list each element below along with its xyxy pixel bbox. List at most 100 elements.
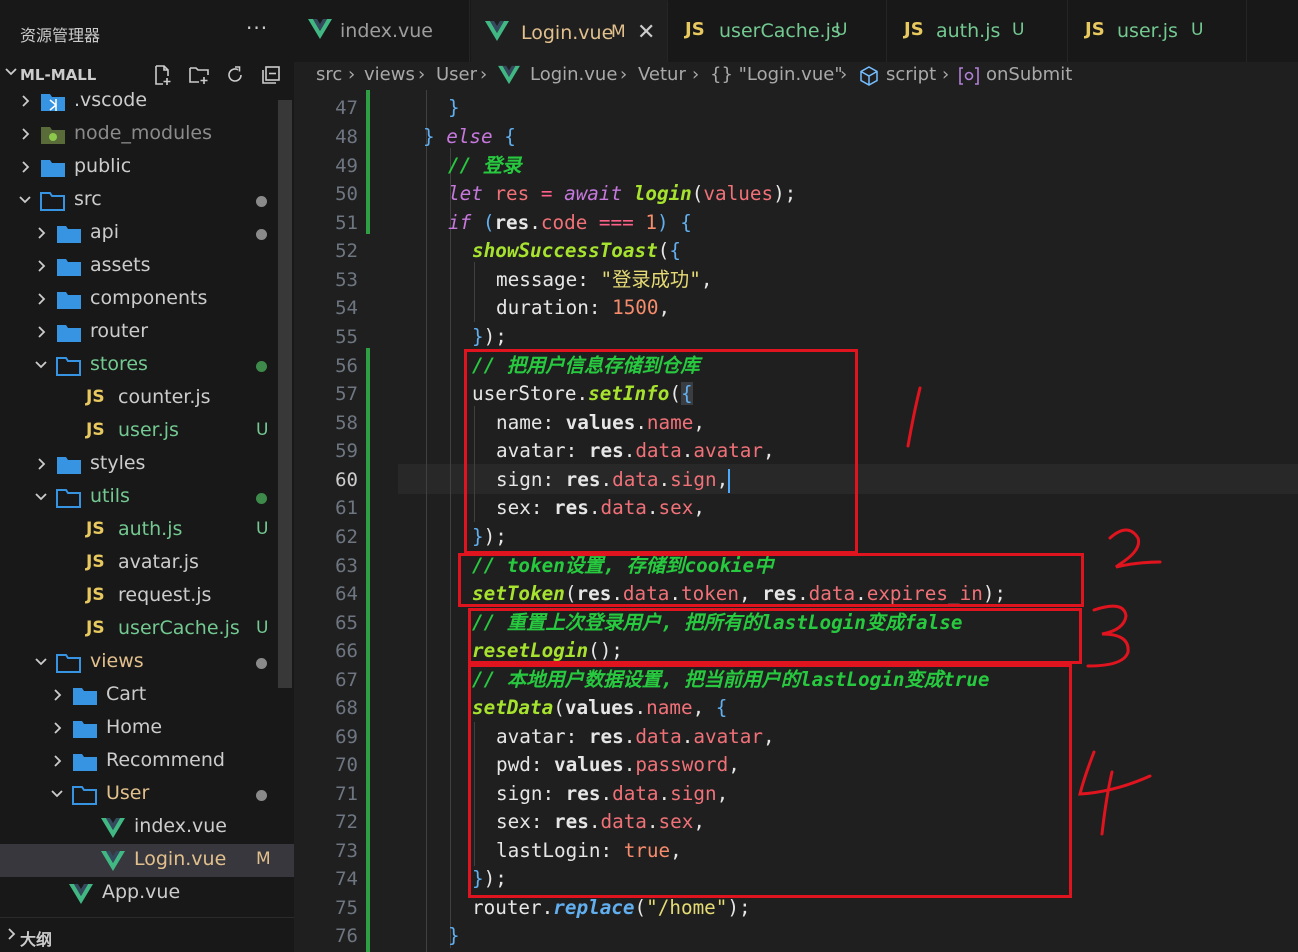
tree-item-label: User: [106, 782, 150, 804]
tree-scrollbar[interactable]: [278, 100, 292, 688]
tree-item-cart[interactable]: Cart: [0, 679, 294, 712]
chevron-right-icon: [18, 92, 32, 108]
file-tree: .vscode node_modulespublic src api assets com…: [0, 85, 294, 915]
new-folder-icon[interactable]: [188, 64, 210, 86]
line-number: 59: [335, 440, 358, 462]
breadcrumb-item[interactable]: Vetur: [638, 64, 686, 85]
git-status-dot: [256, 658, 267, 669]
line-number: 74: [335, 868, 358, 890]
chevron-right-icon: ›: [840, 64, 848, 85]
tree-item-router[interactable]: router: [0, 316, 294, 349]
tree-item-stores[interactable]: stores: [0, 349, 294, 382]
outline-panel-header[interactable]: 大纲: [0, 917, 294, 952]
tree-item-styles[interactable]: styles: [0, 448, 294, 481]
breadcrumb-item[interactable]: User: [436, 64, 477, 85]
vue-icon: [100, 850, 125, 872]
tree-item-assets[interactable]: assets: [0, 250, 294, 283]
tree-item-src[interactable]: src: [0, 184, 294, 217]
tree-item-views[interactable]: views: [0, 646, 294, 679]
git-status-dot: [256, 196, 267, 207]
folder-icon: [72, 685, 98, 707]
line-number: 60: [335, 469, 358, 491]
line-number: 48: [335, 126, 358, 148]
annotation-box-2: [458, 553, 1084, 607]
refresh-icon[interactable]: [224, 64, 246, 86]
tree-item-label: avatar.js: [118, 551, 199, 573]
collapse-all-icon[interactable]: [260, 64, 282, 86]
tree-item-user[interactable]: User: [0, 778, 294, 811]
tab-auth-js[interactable]: JS auth.js U: [888, 0, 1068, 62]
tab-label: auth.js: [936, 20, 1001, 42]
new-file-icon[interactable]: [152, 64, 174, 86]
tree-item-request-js[interactable]: JS request.js: [0, 580, 294, 613]
tree-item-api[interactable]: api: [0, 217, 294, 250]
node-modules-folder-icon: [40, 124, 66, 146]
code-line-75: router.replace("/home");: [472, 896, 751, 919]
line-number: 52: [335, 240, 358, 262]
tree-item-counter-js[interactable]: JS counter.js: [0, 382, 294, 415]
line-number: 49: [335, 155, 358, 177]
tab-login-vue[interactable]: Login.vue M ✕: [471, 0, 668, 62]
tree-item-recommend[interactable]: Recommend: [0, 745, 294, 778]
line-number: 53: [335, 269, 358, 291]
more-actions-icon[interactable]: ···: [246, 16, 268, 40]
tree-item-utils[interactable]: utils: [0, 481, 294, 514]
chevron-down-icon: [34, 653, 48, 669]
git-status-badge: U: [256, 618, 269, 638]
breadcrumb-item[interactable]: Login.vue: [530, 64, 617, 85]
js-icon: JS: [86, 387, 105, 407]
tree-item-public[interactable]: public: [0, 151, 294, 184]
tree-item-index-vue[interactable]: index.vue: [0, 811, 294, 844]
tree-item-components[interactable]: components: [0, 283, 294, 316]
code-line-54: duration: 1500,: [496, 296, 671, 319]
tab-status: M: [611, 22, 626, 42]
tree-item-login-vue[interactable]: Login.vue M: [0, 844, 294, 877]
js-icon: JS: [86, 585, 105, 605]
code-editor[interactable]: 47 48 49 50 51 52 53 54 55 56 57 58 59 60 61 62 63 64 65 66…: [294, 90, 1298, 952]
tree-item-home[interactable]: Home: [0, 712, 294, 745]
breadcrumb-item[interactable]: {} "Login.vue": [710, 64, 843, 85]
line-number: 47: [335, 97, 358, 119]
line-number: 76: [335, 925, 358, 947]
line-number: 71: [335, 783, 358, 805]
chevron-right-icon: [34, 455, 48, 471]
tree-item-label: node_modules: [74, 122, 213, 144]
breadcrumb-item[interactable]: onSubmit: [986, 64, 1072, 85]
breadcrumb-item[interactable]: script: [886, 64, 936, 85]
line-number: 65: [335, 612, 358, 634]
tree-item-label: styles: [90, 452, 146, 474]
tab-label: index.vue: [340, 20, 433, 42]
tree-item-label: request.js: [118, 584, 212, 606]
tree-item-node-modules[interactable]: node_modules: [0, 118, 294, 151]
breadcrumb-item[interactable]: views: [364, 64, 415, 85]
tab-user-js[interactable]: JS user.js U: [1069, 0, 1247, 62]
git-status-badge: M: [256, 849, 271, 869]
tree-item-avatar-js[interactable]: JS avatar.js: [0, 547, 294, 580]
line-number: 72: [335, 811, 358, 833]
chevron-right-icon: [50, 752, 64, 768]
tree-item-usercache-js[interactable]: JS userCache.js U: [0, 613, 294, 646]
tree-item-label: App.vue: [102, 881, 181, 903]
tree-item-auth-js[interactable]: JS auth.js U: [0, 514, 294, 547]
chevron-right-icon: [34, 224, 48, 240]
code-line-53: message: "登录成功",: [496, 268, 713, 291]
js-icon: JS: [1085, 19, 1105, 40]
tree-item-label: views: [90, 650, 144, 672]
close-icon[interactable]: ✕: [637, 20, 655, 45]
line-number: 58: [335, 412, 358, 434]
chevron-right-icon: ›: [348, 64, 356, 85]
folder-icon: [56, 289, 82, 311]
tab-index-vue[interactable]: index.vue: [294, 0, 470, 62]
tree-item--vscode[interactable]: .vscode: [0, 85, 294, 118]
line-number: 64: [335, 583, 358, 605]
tree-item-label: auth.js: [118, 518, 183, 540]
breadcrumb-item[interactable]: src: [316, 64, 342, 85]
line-number: 68: [335, 697, 358, 719]
tab-label: user.js: [1117, 20, 1178, 42]
line-number-gutter: 47 48 49 50 51 52 53 54 55 56 57 58 59 60 61 62 63 64 65 66…: [294, 90, 370, 952]
tab-label: userCache.js: [719, 20, 841, 42]
tree-item-app-vue[interactable]: App.vue: [0, 877, 294, 910]
line-number: 54: [335, 297, 358, 319]
tab-usercache-js[interactable]: JS userCache.js U: [669, 0, 887, 62]
tree-item-user-js[interactable]: JS user.js U: [0, 415, 294, 448]
